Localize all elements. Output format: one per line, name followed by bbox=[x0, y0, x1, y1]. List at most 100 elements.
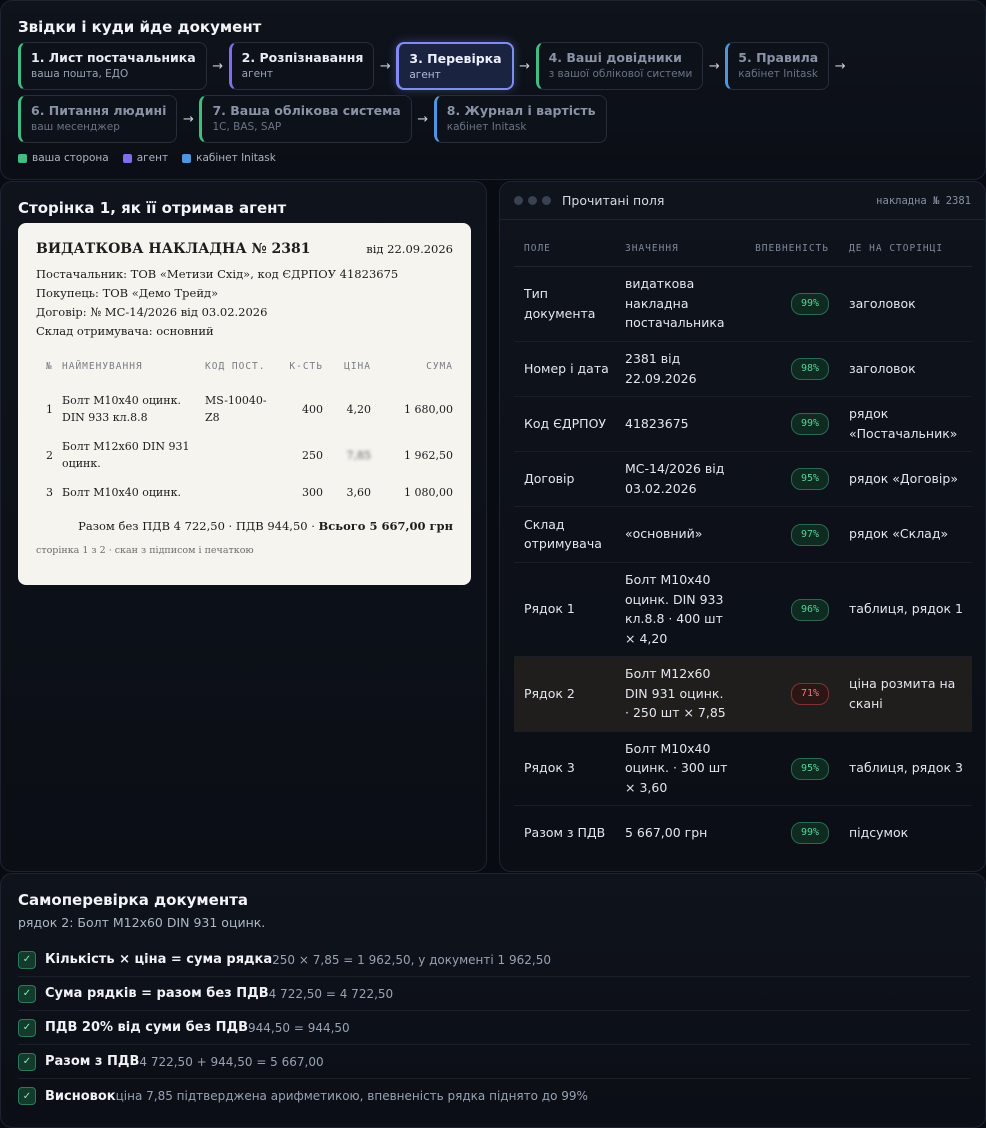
row-name: Болт М10х40 оцинк. DIN 933 кл.8.8 bbox=[62, 394, 181, 424]
col-header: К-СТЬ bbox=[289, 361, 323, 372]
row-price: 3,60 bbox=[346, 486, 372, 499]
flow-step-2[interactable]: 2. Розпізнавання агент bbox=[228, 42, 375, 90]
invoice-supplier: Постачальник: ТОВ «Метизи Схід», код ЄДР… bbox=[36, 267, 399, 281]
field-name: Номер і дата bbox=[514, 341, 615, 397]
arrow-right-icon: → bbox=[182, 111, 194, 127]
check-value: 944,50 = 944,50 bbox=[248, 1020, 350, 1035]
confidence-badge: 98% bbox=[790, 358, 829, 380]
flow-step-title: 2. Розпізнавання bbox=[241, 50, 364, 65]
flow-title: Звідки і куди йде документ bbox=[18, 18, 262, 36]
invoice-summary: Разом без ПДВ 4 722,50 · ПДВ 944,50 · Вс… bbox=[36, 519, 453, 533]
arrow-right-icon: → bbox=[379, 58, 391, 74]
flow-step-title: 4. Ваші довідники bbox=[548, 50, 682, 65]
row-price-blurred: 7,85 bbox=[346, 448, 372, 462]
legend-swatch bbox=[18, 153, 27, 163]
col-header: ЗНАЧЕННЯ bbox=[615, 232, 735, 267]
row-name: Болт М12х60 DIN 931 оцинк. bbox=[62, 440, 190, 470]
table-row-warning[interactable]: Рядок 2 Болт М12х60 DIN 931 оцинк. · 250… bbox=[514, 656, 972, 732]
check-value: 4 722,50 = 4 722,50 bbox=[268, 986, 394, 1001]
invoice-total: Всього 5 667,00 грн bbox=[318, 519, 453, 533]
field-value: 5 667,00 грн bbox=[625, 825, 708, 840]
invoice-header: ВИДАТКОВА НАКЛАДНА № 2381 від 22.09.2026 bbox=[36, 241, 453, 257]
row-sum: 1 080,00 bbox=[404, 486, 453, 499]
field-name: Тип документа bbox=[514, 266, 615, 342]
flow-step-1[interactable]: 1. Лист постачальника ваша пошта, ЕДО bbox=[18, 42, 207, 90]
field-value: «основний» bbox=[615, 506, 735, 563]
table-row[interactable]: Рядок 1 Болт М10х40 оцинк. DIN 933 кл.8.… bbox=[514, 562, 972, 657]
flow-step-title: 8. Журнал і вартість bbox=[446, 103, 596, 118]
confidence-badge: 99% bbox=[790, 822, 829, 845]
flow-step-title: 3. Перевірка bbox=[409, 51, 502, 66]
arrow-right-icon: → bbox=[519, 58, 531, 74]
field-value: 2381 від 22.09.2026 bbox=[615, 341, 735, 397]
field-location: заголовок bbox=[839, 266, 972, 342]
table-row[interactable]: Разом з ПДВ 5 667,00 грн 99% підсумок bbox=[514, 805, 972, 860]
field-location: таблиця, рядок 1 bbox=[839, 562, 972, 657]
list-item: ✓ Висновок ціна 7,85 підтверджена арифме… bbox=[18, 1079, 970, 1113]
row-code bbox=[205, 478, 279, 507]
flow-step-4[interactable]: 4. Ваші довідники з вашої облікової сист… bbox=[535, 42, 704, 90]
invoice-page-note: сторінка 1 з 2 · скан з підписом і печат… bbox=[36, 545, 254, 556]
col-header: НАЙМЕНУВАННЯ bbox=[62, 361, 143, 372]
list-item: ✓ Разом з ПДВ 4 722,50 + 944,50 = 5 667,… bbox=[18, 1045, 970, 1079]
window-dot-icon bbox=[514, 196, 523, 205]
self-check-subtitle: рядок 2: Болт М12х60 DIN 931 оцинк. bbox=[18, 915, 266, 930]
confidence-badge: 99% bbox=[790, 293, 829, 315]
table-row[interactable]: Код ЄДРПОУ 41823675 99% рядок «Постачаль… bbox=[514, 396, 972, 452]
document-panel-title: Сторінка 1, як її отримав агент bbox=[18, 199, 287, 217]
table-row[interactable]: Тип документа видаткова накладна постача… bbox=[514, 266, 972, 342]
flow-step-8[interactable]: 8. Журнал і вартість кабінет Initask bbox=[433, 95, 607, 143]
col-header: № bbox=[46, 361, 53, 372]
field-name: Код ЄДРПОУ bbox=[514, 396, 615, 452]
invoice-contract: Договір: № МС-14/2026 від 03.02.2026 bbox=[36, 305, 268, 319]
flow-step-5[interactable]: 5. Правила кабінет Initask bbox=[725, 42, 830, 90]
table-row[interactable]: Договір МС-14/2026 від 03.02.2026 95% ря… bbox=[514, 451, 972, 507]
flow-step-sub: 1С, BAS, SAP bbox=[212, 121, 282, 133]
field-name: Рядок 2 bbox=[514, 656, 615, 732]
col-header: ДЕ НА СТОРІНЦІ bbox=[839, 232, 972, 267]
field-name: Рядок 3 bbox=[514, 731, 615, 806]
legend-label: ваша сторона bbox=[32, 152, 109, 164]
flow-step-7[interactable]: 7. Ваша облікова система 1С, BAS, SAP bbox=[199, 95, 412, 143]
table-row[interactable]: Рядок 3 Болт М10х40 оцинк. · 300 шт × 3,… bbox=[514, 731, 972, 806]
field-location: ціна розмита на скані bbox=[839, 656, 972, 732]
list-item: ✓ Сума рядків = разом без ПДВ 4 722,50 =… bbox=[18, 977, 970, 1011]
legend-item-initask: кабінет Initask bbox=[182, 152, 276, 164]
field-value: Болт М10х40 оцинк. · 300 шт × 3,60 bbox=[615, 731, 735, 806]
flow-step-6[interactable]: 6. Питання людині ваш месенджер bbox=[18, 95, 178, 143]
flow-step-sub: кабінет Initask bbox=[738, 68, 819, 80]
flow-step-3[interactable]: 3. Перевірка агент bbox=[396, 42, 514, 90]
list-item: ✓ ПДВ 20% від суми без ПДВ 944,50 = 944,… bbox=[18, 1011, 970, 1045]
field-location: рядок «Склад» bbox=[839, 506, 972, 563]
flow-steps-row-2: 6. Питання людині ваш месенджер → 7. Ваш… bbox=[18, 95, 607, 143]
field-location: рядок «Постачальник» bbox=[839, 396, 972, 452]
table-row: 1 Болт М10х40 оцинк. DIN 933 кл.8.8 MS-1… bbox=[36, 386, 453, 432]
self-check-list: ✓ Кількість × ціна = сума рядка 250 × 7,… bbox=[18, 943, 970, 1113]
invoice-summary-text: Разом без ПДВ 4 722,50 · ПДВ 944,50 · bbox=[78, 519, 319, 533]
self-check-panel: Самоперевірка документа рядок 2: Болт М1… bbox=[0, 873, 986, 1128]
invoice-title: ВИДАТКОВА НАКЛАДНА № 2381 bbox=[36, 241, 311, 257]
field-value: Болт М12х60 DIN 931 оцинк. · 250 шт × 7,… bbox=[615, 656, 735, 732]
flow-legend: ваша сторона агент кабінет Initask bbox=[18, 152, 276, 164]
legend-item-agent: агент bbox=[122, 152, 168, 164]
check-value: ціна 7,85 підтверджена арифметикою, впев… bbox=[115, 1089, 588, 1103]
table-row[interactable]: Номер і дата 2381 від 22.09.2026 98% заг… bbox=[514, 341, 972, 397]
confidence-badge-low: 71% bbox=[790, 683, 829, 705]
flow-step-sub: агент bbox=[409, 69, 441, 81]
fields-table: ПОЛЕ ЗНАЧЕННЯ ВПЕВНЕНІСТЬ ДЕ НА СТОРІНЦІ… bbox=[514, 232, 972, 860]
scanned-invoice-page: ВИДАТКОВА НАКЛАДНА № 2381 від 22.09.2026… bbox=[18, 223, 471, 585]
field-location: підсумок bbox=[849, 825, 909, 840]
window-dot-icon bbox=[542, 196, 551, 205]
table-row[interactable]: Склад отримувача «основний» 97% рядок «С… bbox=[514, 506, 972, 563]
row-qty: 400 bbox=[302, 402, 323, 416]
flow-step-title: 6. Питання людині bbox=[31, 103, 167, 118]
invoice-table-header: № НАЙМЕНУВАННЯ КОД ПОСТ. К-СТЬ ЦІНА СУМА bbox=[36, 355, 453, 386]
field-location: таблиця, рядок 3 bbox=[839, 731, 972, 806]
check-icon: ✓ bbox=[18, 984, 36, 1003]
legend-label: кабінет Initask bbox=[196, 152, 276, 164]
field-location: заголовок bbox=[839, 341, 972, 397]
invoice-buyer: Покупець: ТОВ «Демо Трейд» bbox=[36, 286, 219, 300]
flow-step-title: 5. Правила bbox=[738, 50, 819, 65]
confidence-badge: 99% bbox=[790, 413, 829, 435]
row-name: Болт М10х40 оцинк. bbox=[62, 486, 181, 499]
